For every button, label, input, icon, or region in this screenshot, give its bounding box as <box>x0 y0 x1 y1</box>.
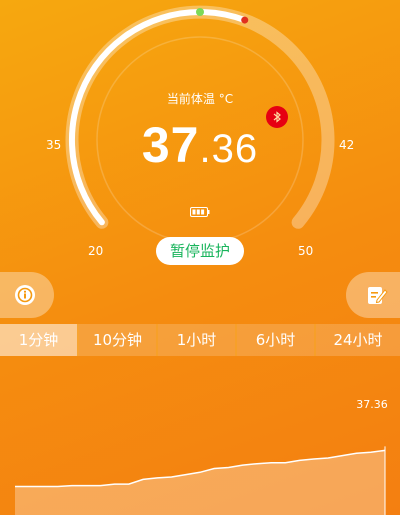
info-button[interactable] <box>0 272 54 318</box>
gauge-tick-42: 42 <box>339 138 355 152</box>
temperature-unit-label: 当前体温 °C <box>166 92 234 106</box>
temperature-chart <box>15 446 386 515</box>
tab-10-minutes[interactable]: 10分钟 <box>79 324 158 356</box>
gauge-tick-20: 20 <box>88 244 104 258</box>
temperature-decimal: .36 <box>199 127 259 171</box>
gauge-low-marker <box>196 8 204 16</box>
time-range-tabs: 1分钟 10分钟 1小时 6小时 24小时 <box>0 324 400 356</box>
edit-note-icon <box>368 287 388 304</box>
battery-icon <box>190 207 210 217</box>
bluetooth-icon[interactable] <box>266 106 288 128</box>
tab-6-hours[interactable]: 6小时 <box>237 324 316 356</box>
gauge-high-marker <box>241 16 249 24</box>
gauge-tick-50: 50 <box>298 244 314 258</box>
tab-1-minute[interactable]: 1分钟 <box>0 324 79 356</box>
temperature-integer: 37 <box>141 117 200 173</box>
tab-24-hours[interactable]: 24小时 <box>316 324 400 356</box>
tab-1-hour[interactable]: 1小时 <box>158 324 237 356</box>
gauge-tick-35: 35 <box>46 138 62 152</box>
chart-last-value: 37.36 <box>356 398 388 411</box>
chart-area <box>15 450 385 515</box>
notes-button[interactable] <box>346 272 400 318</box>
bluetooth-glyph <box>273 111 281 123</box>
info-icon <box>15 285 35 305</box>
pause-monitoring-button[interactable]: 暂停监护 <box>156 237 244 265</box>
